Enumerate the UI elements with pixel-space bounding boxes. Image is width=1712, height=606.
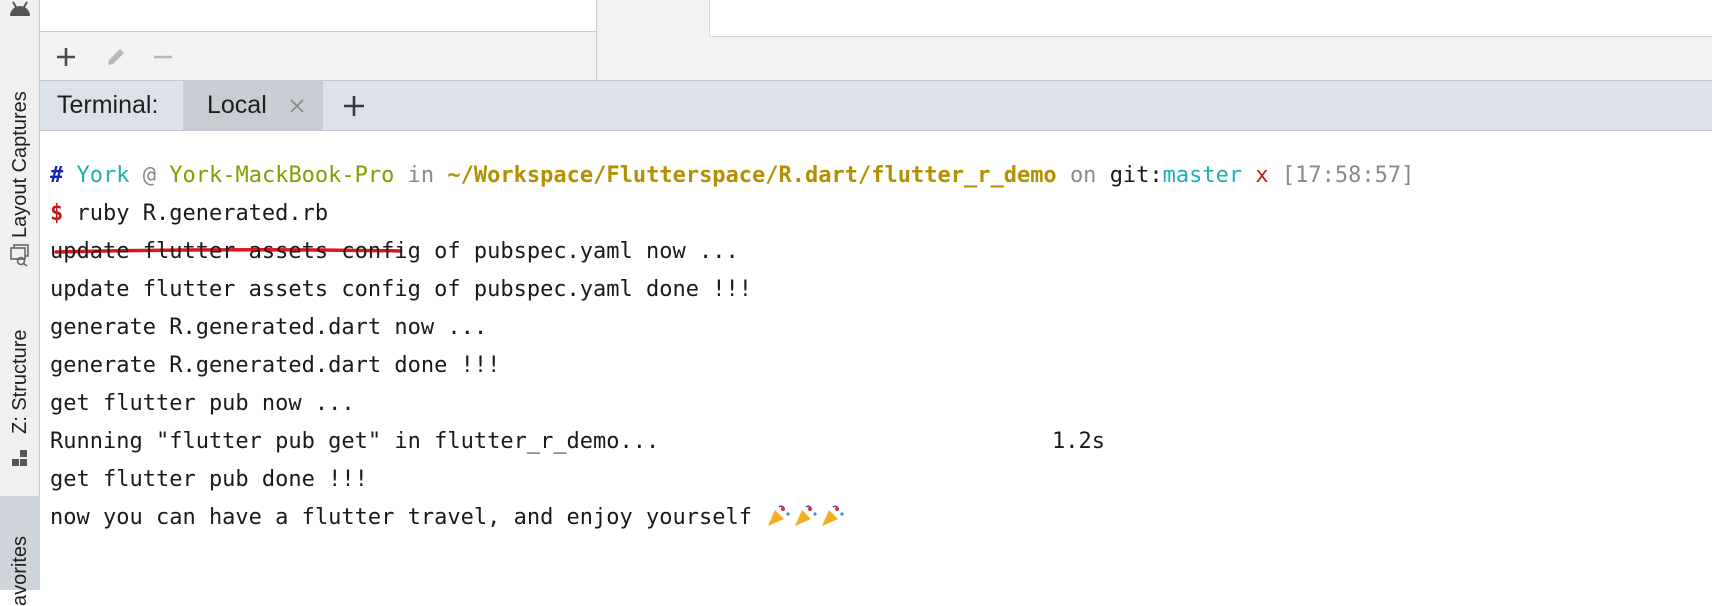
output-line: get flutter pub now ... [50,391,355,416]
party-popper-icon [819,503,846,527]
output-line: update flutter assets config of pubspec.… [50,239,739,264]
sidebar-tab-favorites[interactable]: avorites [0,496,40,606]
tab-local[interactable]: Local [183,81,323,130]
sidebar-tab-layout-captures[interactable]: Layout Captures [0,0,40,270]
sidebar-tab-structure[interactable]: Z: Structure [0,314,40,474]
output-line: generate R.generated.dart done !!! [50,353,501,378]
tab-label: Local [207,91,267,119]
prompt-git-label: git: [1109,163,1163,188]
prompt-branch: master [1162,163,1243,188]
command-line: $ ruby R.generated.rb [50,195,328,233]
prompt-time: [17:58:57] [1281,163,1415,188]
editor-area[interactable] [710,0,1712,37]
prompt-on: on [1069,163,1097,188]
output-line-final: now you can have a flutter travel, and e… [50,499,846,537]
add-button[interactable] [51,42,81,72]
output-final-text: now you can have a flutter travel, and e… [50,505,752,530]
command-text: ruby R.generated.rb [76,201,329,226]
prompt-user: York [76,163,130,188]
terminal-output[interactable]: # York @ York-MackBook-Pro in ~/Workspac… [40,131,1712,590]
close-icon[interactable] [289,98,305,114]
editor-gutter [597,0,710,36]
terminal-title: Terminal: [57,91,159,119]
output-line: get flutter pub done !!! [50,467,368,492]
prompt-hash: # [50,163,64,188]
prompt-host: York-MackBook-Pro [169,163,395,188]
party-popper-icon [765,503,792,527]
left-tool-strip: Layout Captures Z: Structure avorites [0,0,40,606]
output-line: generate R.generated.dart now ... [50,315,488,340]
prompt-dirty-marker: x [1255,163,1269,188]
top-right-panel [597,0,1712,80]
sidebar-tab-label: avorites [9,535,31,606]
layout-captures-icon [10,244,29,267]
timing-value: 1.2s [1052,429,1105,454]
panel-toolbar [40,32,596,80]
output-running-text: Running "flutter pub get" in flutter_r_d… [50,429,660,454]
new-tab-button[interactable] [340,92,368,120]
prompt-line: # York @ York-MackBook-Pro in ~/Workspac… [50,157,1414,195]
command-dollar: $ [50,201,64,226]
list-area [40,0,596,32]
prompt-path: ~/Workspace/Flutterspace/R.dart/flutter_… [447,163,1057,188]
terminal-tab-bar: Terminal: Local [40,80,1712,131]
top-left-panel [40,0,597,80]
plus-icon [344,96,364,116]
sidebar-tab-label: Layout Captures [9,91,31,238]
remove-button[interactable] [148,42,178,72]
prompt-in: in [407,163,435,188]
plus-icon [57,48,75,66]
sidebar-tab-label: Z: Structure [9,329,31,434]
output-line: update flutter assets config of pubspec.… [50,277,752,302]
prompt-at: @ [142,163,156,188]
minus-icon [154,55,172,59]
structure-icon [12,450,27,466]
pencil-icon [108,49,124,65]
output-line-running: Running "flutter pub get" in flutter_r_d… [50,423,1150,461]
party-popper-icon [792,503,819,527]
edit-button[interactable] [101,42,131,72]
